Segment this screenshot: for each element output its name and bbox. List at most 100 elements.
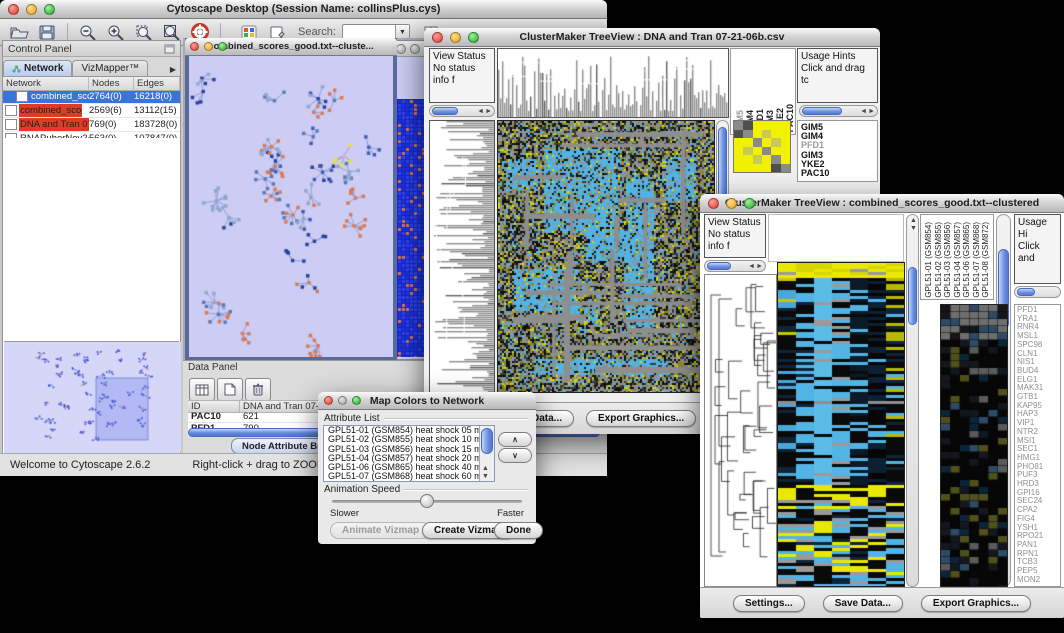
zoom-heatmap-panel[interactable]	[940, 304, 1008, 587]
gene-label[interactable]: HMG1	[1017, 454, 1058, 463]
row-dendrogram-canvas[interactable]	[430, 121, 494, 392]
row-dendrogram-canvas[interactable]	[705, 275, 776, 586]
background-window-titlebar[interactable]	[392, 41, 426, 57]
gene-label[interactable]: HRD3	[1017, 480, 1058, 489]
gene-label[interactable]: SEC1	[1017, 445, 1058, 454]
heatmap-panel[interactable]	[777, 262, 905, 587]
gene-label[interactable]: GIM5	[801, 123, 874, 132]
network-row[interactable]: DNA and Tran 07 769(0) 183728(0)	[3, 118, 180, 132]
close-button[interactable]	[190, 42, 199, 51]
gene-label[interactable]: VIP1	[1017, 419, 1058, 428]
gene-label[interactable]: MON2	[1017, 576, 1058, 585]
gene-label[interactable]: TCB3	[1017, 558, 1058, 567]
gene-label[interactable]: MAK31	[1017, 384, 1058, 393]
gene-label[interactable]: RPN1	[1017, 550, 1058, 559]
attribute-listbox[interactable]: GPL51-01 (GSM854) heat shock 05 minGPL51…	[323, 425, 495, 482]
animate-vizmap-button[interactable]: Animate Vizmap	[330, 522, 431, 539]
row-dendrogram-panel[interactable]	[704, 274, 777, 587]
float-panel-icon[interactable]	[164, 44, 175, 54]
gene-label[interactable]: NTR2	[1017, 428, 1058, 437]
network-row[interactable]: combined_sco 2569(6) 13112(15)	[3, 104, 180, 118]
minimize-button[interactable]	[410, 44, 420, 54]
column-label[interactable]: GPL51-07 (GSM868)	[972, 222, 981, 298]
correlation-matrix[interactable]	[733, 120, 791, 173]
zoom-button[interactable]	[744, 198, 755, 209]
gene-label[interactable]: GIM4	[801, 132, 874, 141]
gene-label[interactable]: RPO21	[1017, 532, 1058, 541]
tab-vizmapper[interactable]: VizMapper™	[72, 60, 148, 76]
close-button[interactable]	[432, 32, 443, 43]
attribute-list-scrollbar[interactable]: ▲ ▼	[479, 426, 494, 481]
gene-label[interactable]: PAC10	[801, 169, 874, 178]
gene-label[interactable]: ELG1	[1017, 376, 1058, 385]
scroll-up-icon[interactable]: ▲	[910, 217, 917, 224]
gene-label[interactable]: PHO81	[1017, 463, 1058, 472]
scroll-down-icon[interactable]: ▼	[482, 473, 489, 480]
minimize-button[interactable]	[204, 42, 213, 51]
close-button[interactable]	[708, 198, 719, 209]
animation-speed-slider[interactable]	[332, 500, 522, 503]
new-attribute-button[interactable]	[217, 378, 243, 401]
gene-label[interactable]: PFD1	[801, 141, 874, 150]
zoom-button[interactable]	[352, 396, 361, 405]
tab-network[interactable]: Network	[3, 60, 72, 76]
network-overview-canvas[interactable]	[4, 342, 181, 452]
column-label[interactable]: GPL51-01 (GSM854)	[924, 222, 933, 298]
gene-label[interactable]: YKE2	[801, 160, 874, 169]
column-dendrogram-panel[interactable]	[497, 48, 729, 118]
close-button[interactable]	[324, 396, 333, 405]
gene-label[interactable]: PAN1	[1017, 541, 1058, 550]
minimize-button[interactable]	[26, 4, 37, 15]
scroll-right-icon[interactable]: ►	[868, 108, 875, 115]
network-overview-panel[interactable]	[4, 341, 179, 453]
gene-label[interactable]: CPA2	[1017, 506, 1058, 515]
scroll-right-icon[interactable]: ►	[485, 108, 492, 115]
zoom-fit-icon[interactable]	[161, 22, 183, 42]
main-titlebar[interactable]: Cytoscape Desktop (Session Name: collins…	[0, 0, 607, 19]
gene-label[interactable]: BUD4	[1017, 367, 1058, 376]
gene-label[interactable]: GTB1	[1017, 393, 1058, 402]
gene-label[interactable]: RNR4	[1017, 323, 1058, 332]
minimize-button[interactable]	[726, 198, 737, 209]
gene-label[interactable]: CLN1	[1017, 350, 1058, 359]
scroll-up-icon[interactable]: ▲	[482, 465, 489, 472]
treeview1-titlebar[interactable]: ClusterMaker TreeView : DNA and Tran 07-…	[424, 28, 880, 47]
gene-label[interactable]: MSL1	[1017, 332, 1058, 341]
select-attributes-button[interactable]	[189, 378, 215, 401]
network-window-titlebar[interactable]: combined_scores_good.txt--cluste...	[185, 38, 397, 56]
zoom-button[interactable]	[468, 32, 479, 43]
save-icon[interactable]	[36, 22, 58, 42]
gene-label[interactable]: PUF3	[1017, 471, 1058, 480]
gene-label[interactable]: YSH1	[1017, 524, 1058, 533]
gene-label[interactable]: PFD1	[1017, 306, 1058, 315]
column-dendrogram-canvas[interactable]	[498, 49, 728, 117]
zoom-heatmap-canvas[interactable]	[941, 305, 1007, 586]
gene-label[interactable]: PEP5	[1017, 567, 1058, 576]
treeview2-titlebar[interactable]: ClusterMaker TreeView : combined_scores_…	[700, 194, 1064, 213]
usage-hints-scrollbar[interactable]: ◄ ►	[799, 105, 878, 117]
slider-thumb[interactable]	[420, 494, 434, 508]
scroll-right-icon[interactable]: ►	[756, 263, 763, 270]
zoom-out-icon[interactable]	[77, 22, 99, 42]
treeview2-button[interactable]: Export Graphics...	[921, 595, 1031, 612]
column-label[interactable]: GPL51-04 (GSM857)	[953, 222, 962, 298]
attribute-item[interactable]: GPL51-07 (GSM868) heat shock 60 min	[326, 472, 482, 481]
usage-hints-scrollbar[interactable]	[1014, 286, 1061, 298]
heatmap-canvas[interactable]	[498, 121, 714, 392]
column-dendrogram-panel[interactable]	[768, 214, 904, 262]
dense-network-canvas[interactable]	[393, 99, 425, 357]
network-graph-canvas[interactable]	[189, 56, 393, 357]
zoom-selected-icon[interactable]	[133, 22, 155, 42]
close-button[interactable]	[396, 44, 406, 54]
scroll-left-icon[interactable]: ◄	[860, 108, 867, 115]
gene-label[interactable]: NIS1	[1017, 358, 1058, 367]
scroll-left-icon[interactable]: ◄	[748, 263, 755, 270]
gene-label[interactable]: YRA1	[1017, 315, 1058, 324]
move-up-button[interactable]: ∧	[498, 432, 532, 447]
heatmap-panel[interactable]	[497, 120, 715, 393]
zoom-in-icon[interactable]	[105, 22, 127, 42]
gene-label[interactable]: SPC98	[1017, 341, 1058, 350]
heatmap-canvas[interactable]	[778, 263, 904, 586]
column-label[interactable]: GPL51-06 (GSM865)	[962, 222, 971, 298]
view-status-scrollbar[interactable]: ◄ ►	[704, 260, 766, 272]
